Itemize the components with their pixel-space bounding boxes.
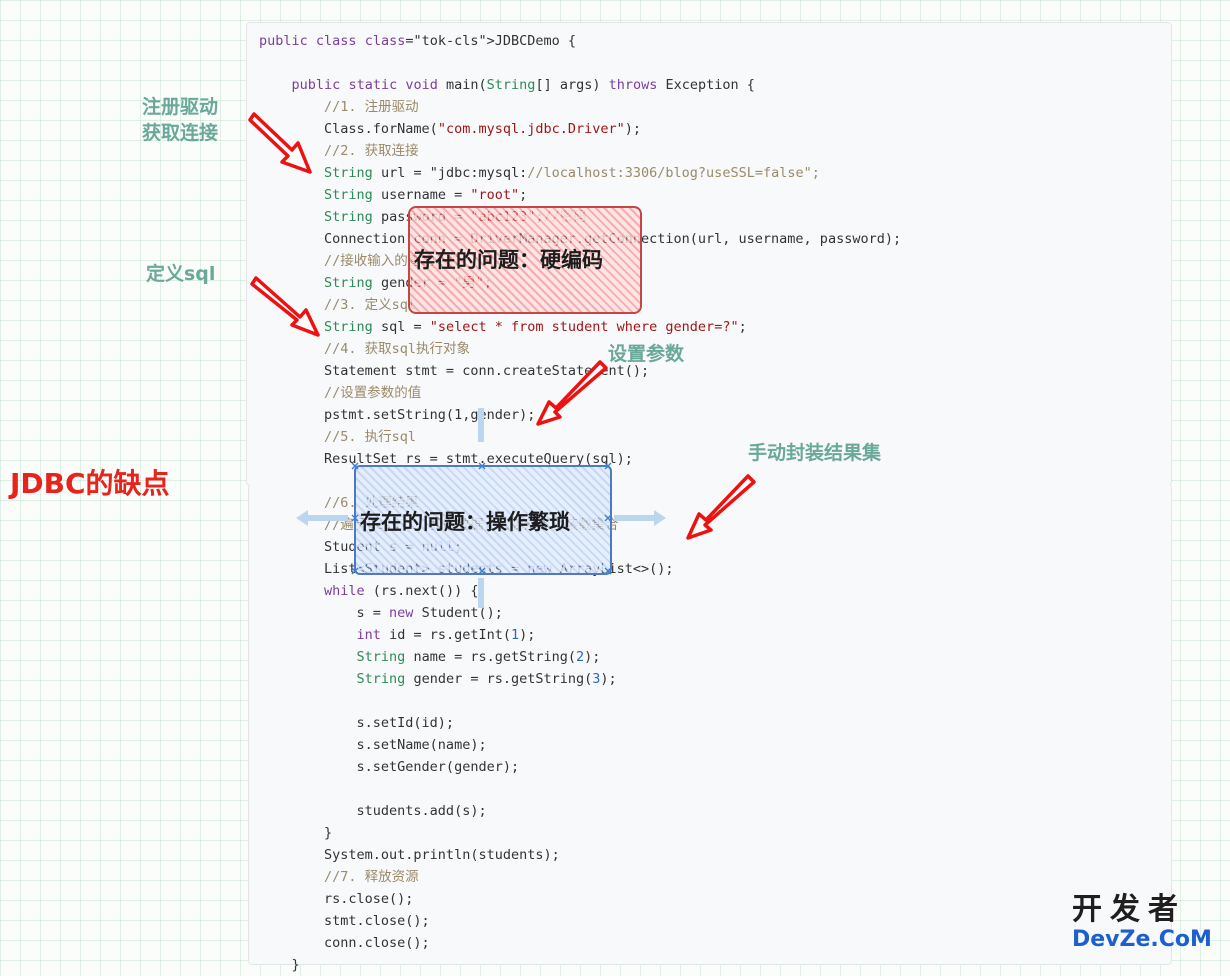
move-arrows-icon xyxy=(296,408,666,608)
arrow-manual-wrap xyxy=(686,474,756,540)
arrow-register-driver xyxy=(248,112,312,174)
selection-handles xyxy=(351,462,612,575)
arrows-layer xyxy=(248,112,756,608)
watermark-line2: DevZe.CoM xyxy=(1072,927,1212,952)
arrow-set-params xyxy=(536,360,608,426)
watermark-line1: 开发者 xyxy=(1072,892,1186,927)
watermark-logo: 开发者 DevZe.CoM xyxy=(1072,894,1222,958)
arrow-define-sql xyxy=(250,276,320,337)
